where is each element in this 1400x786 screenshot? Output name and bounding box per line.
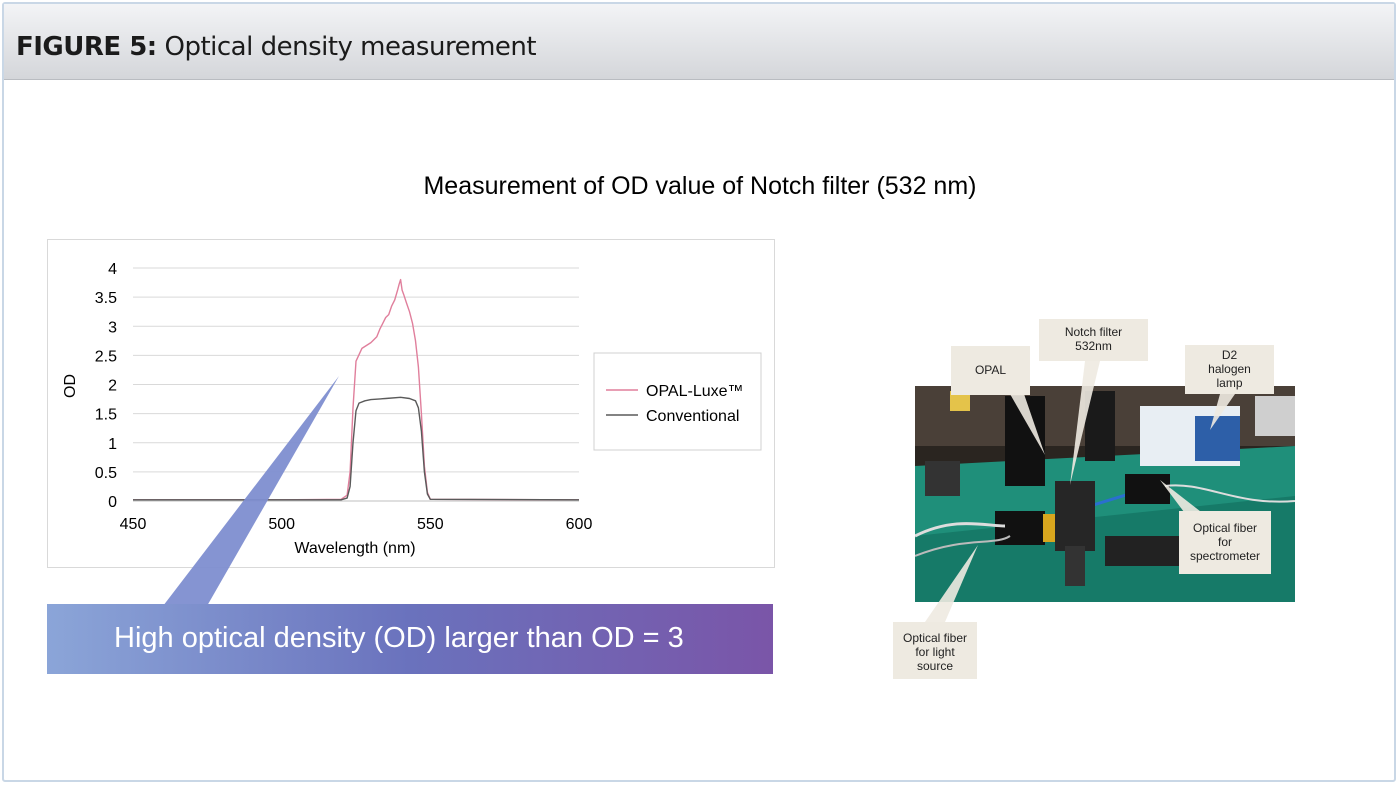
label-fiber-spectrometer: Optical fiber for spectrometer — [1179, 511, 1271, 574]
label-lamp-line1: D2 — [1221, 348, 1238, 362]
legend-label-opal-luxe: OPAL-Luxe™ — [646, 383, 744, 400]
y-tick-label: 4 — [108, 261, 117, 278]
series-line-conventional — [133, 396, 580, 501]
label-notch-filter: Notch filter 532nm — [1039, 319, 1148, 361]
x-axis-ticks: 450 500 550 600 — [120, 516, 593, 533]
y-tick-label: 1 — [108, 436, 117, 453]
y-tick-label: 2.5 — [95, 348, 117, 365]
label-fs-line1: Optical fiber — [1192, 521, 1258, 535]
y-tick-label: 3 — [108, 319, 117, 336]
label-opal: OPAL — [951, 346, 1030, 395]
label-fiber-light: Optical fiber for light source — [893, 622, 977, 679]
chart-series — [133, 278, 580, 501]
label-fs-line2: for — [1217, 535, 1232, 549]
series-line-opal-luxe — [133, 278, 580, 501]
label-lamp-line2: halogen — [1208, 362, 1251, 376]
y-tick-label: 0 — [108, 494, 117, 511]
y-tick-label: 3.5 — [95, 290, 117, 307]
legend-label-conventional: Conventional — [646, 408, 739, 425]
y-tick-label: 1.5 — [95, 407, 117, 424]
x-tick-label: 550 — [417, 516, 444, 533]
x-tick-label: 450 — [120, 516, 147, 533]
label-fl-line1: Optical fiber — [902, 631, 968, 645]
callout-text: High optical density (OD) larger than OD… — [114, 622, 684, 654]
x-tick-label: 500 — [268, 516, 295, 533]
label-lamp-line3: lamp — [1216, 376, 1243, 390]
label-notch-line1: Notch filter — [1064, 325, 1123, 339]
legend-box — [593, 352, 762, 451]
y-tick-label: 2 — [108, 378, 117, 395]
label-fs-line3: spectrometer — [1189, 549, 1261, 563]
y-axis-ticks: 0 0.5 1 1.5 2 2.5 3 3.5 4 — [95, 261, 117, 511]
x-tick-label: 600 — [566, 516, 593, 533]
label-fl-line2: for light — [915, 645, 955, 659]
label-opal-text: OPAL — [974, 363, 1007, 377]
label-fl-line3: source — [916, 659, 954, 673]
x-axis-label: Wavelength (nm) — [294, 540, 415, 557]
label-lamp: D2 halogen lamp — [1185, 345, 1274, 394]
callout-pointer — [163, 376, 339, 606]
chart-legend: OPAL-Luxe™ Conventional — [593, 352, 762, 451]
y-axis-label: OD — [62, 374, 79, 398]
label-notch-line2: 532nm — [1075, 339, 1112, 353]
y-tick-label: 0.5 — [95, 465, 117, 482]
chart-gridlines — [133, 267, 579, 502]
